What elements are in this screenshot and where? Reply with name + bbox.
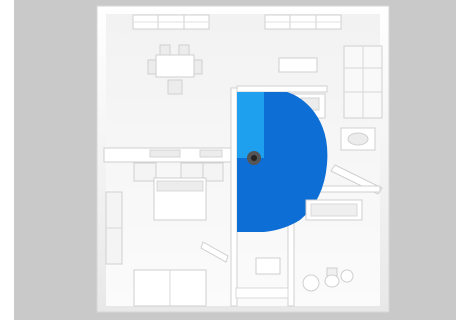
wall-shelves (343, 45, 383, 119)
coverage-near-zone (237, 92, 264, 158)
air-conditioner (278, 57, 318, 73)
left-wardrobe (105, 191, 123, 265)
sink (340, 127, 376, 151)
bidet (340, 269, 354, 283)
camera-room-top-wall (236, 85, 328, 93)
storage-shelf (255, 257, 281, 275)
left-margin (0, 0, 14, 320)
floor-plan-view (0, 0, 470, 320)
storage-ledge (235, 287, 289, 299)
center-wall (230, 87, 238, 307)
bed (153, 177, 207, 221)
toilet (324, 267, 340, 288)
ceiling-light-left (132, 14, 210, 30)
kitchen-counter (103, 147, 233, 163)
washing-machine (302, 274, 320, 292)
bathtub (305, 199, 363, 221)
camera-icon[interactable] (247, 151, 261, 165)
floor-plan-svg (0, 0, 470, 320)
ceiling-light-right (264, 14, 342, 30)
right-margin (456, 0, 470, 320)
